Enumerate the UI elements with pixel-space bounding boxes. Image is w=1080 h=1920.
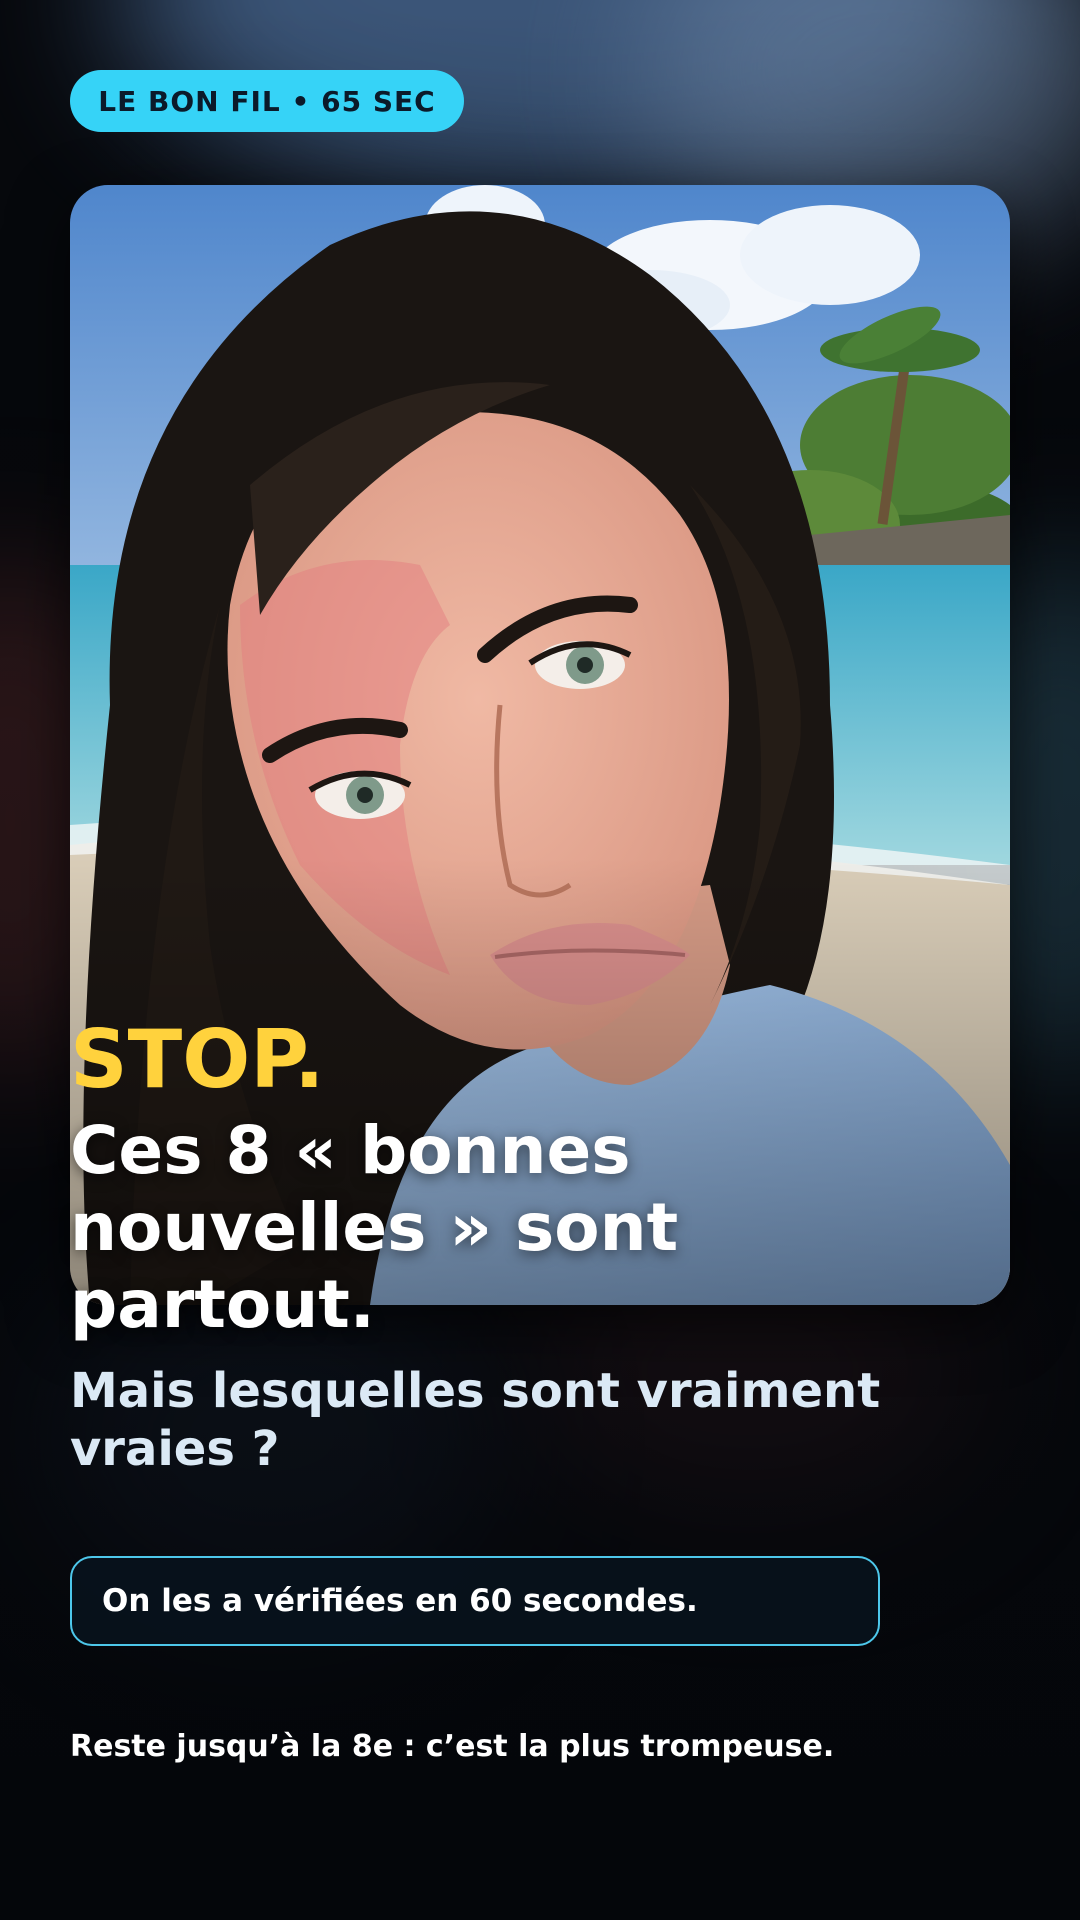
footer-teaser: Reste jusqu’à la 8e : c’est la plus trom… — [70, 1729, 835, 1764]
stop-headline: STOP. — [70, 1013, 325, 1106]
main-headline: Ces 8 « bonnes nouvelles » sont partout. — [70, 1112, 679, 1343]
subheadline: Mais lesquelles sont vraiment vraies ? — [70, 1363, 881, 1477]
verification-callout: On les a vérifiées en 60 secondes. — [70, 1556, 880, 1646]
callout-text: On les a vérifiées en 60 secondes. — [102, 1583, 698, 1619]
series-badge: LE BON FIL • 65 SEC — [70, 70, 464, 132]
